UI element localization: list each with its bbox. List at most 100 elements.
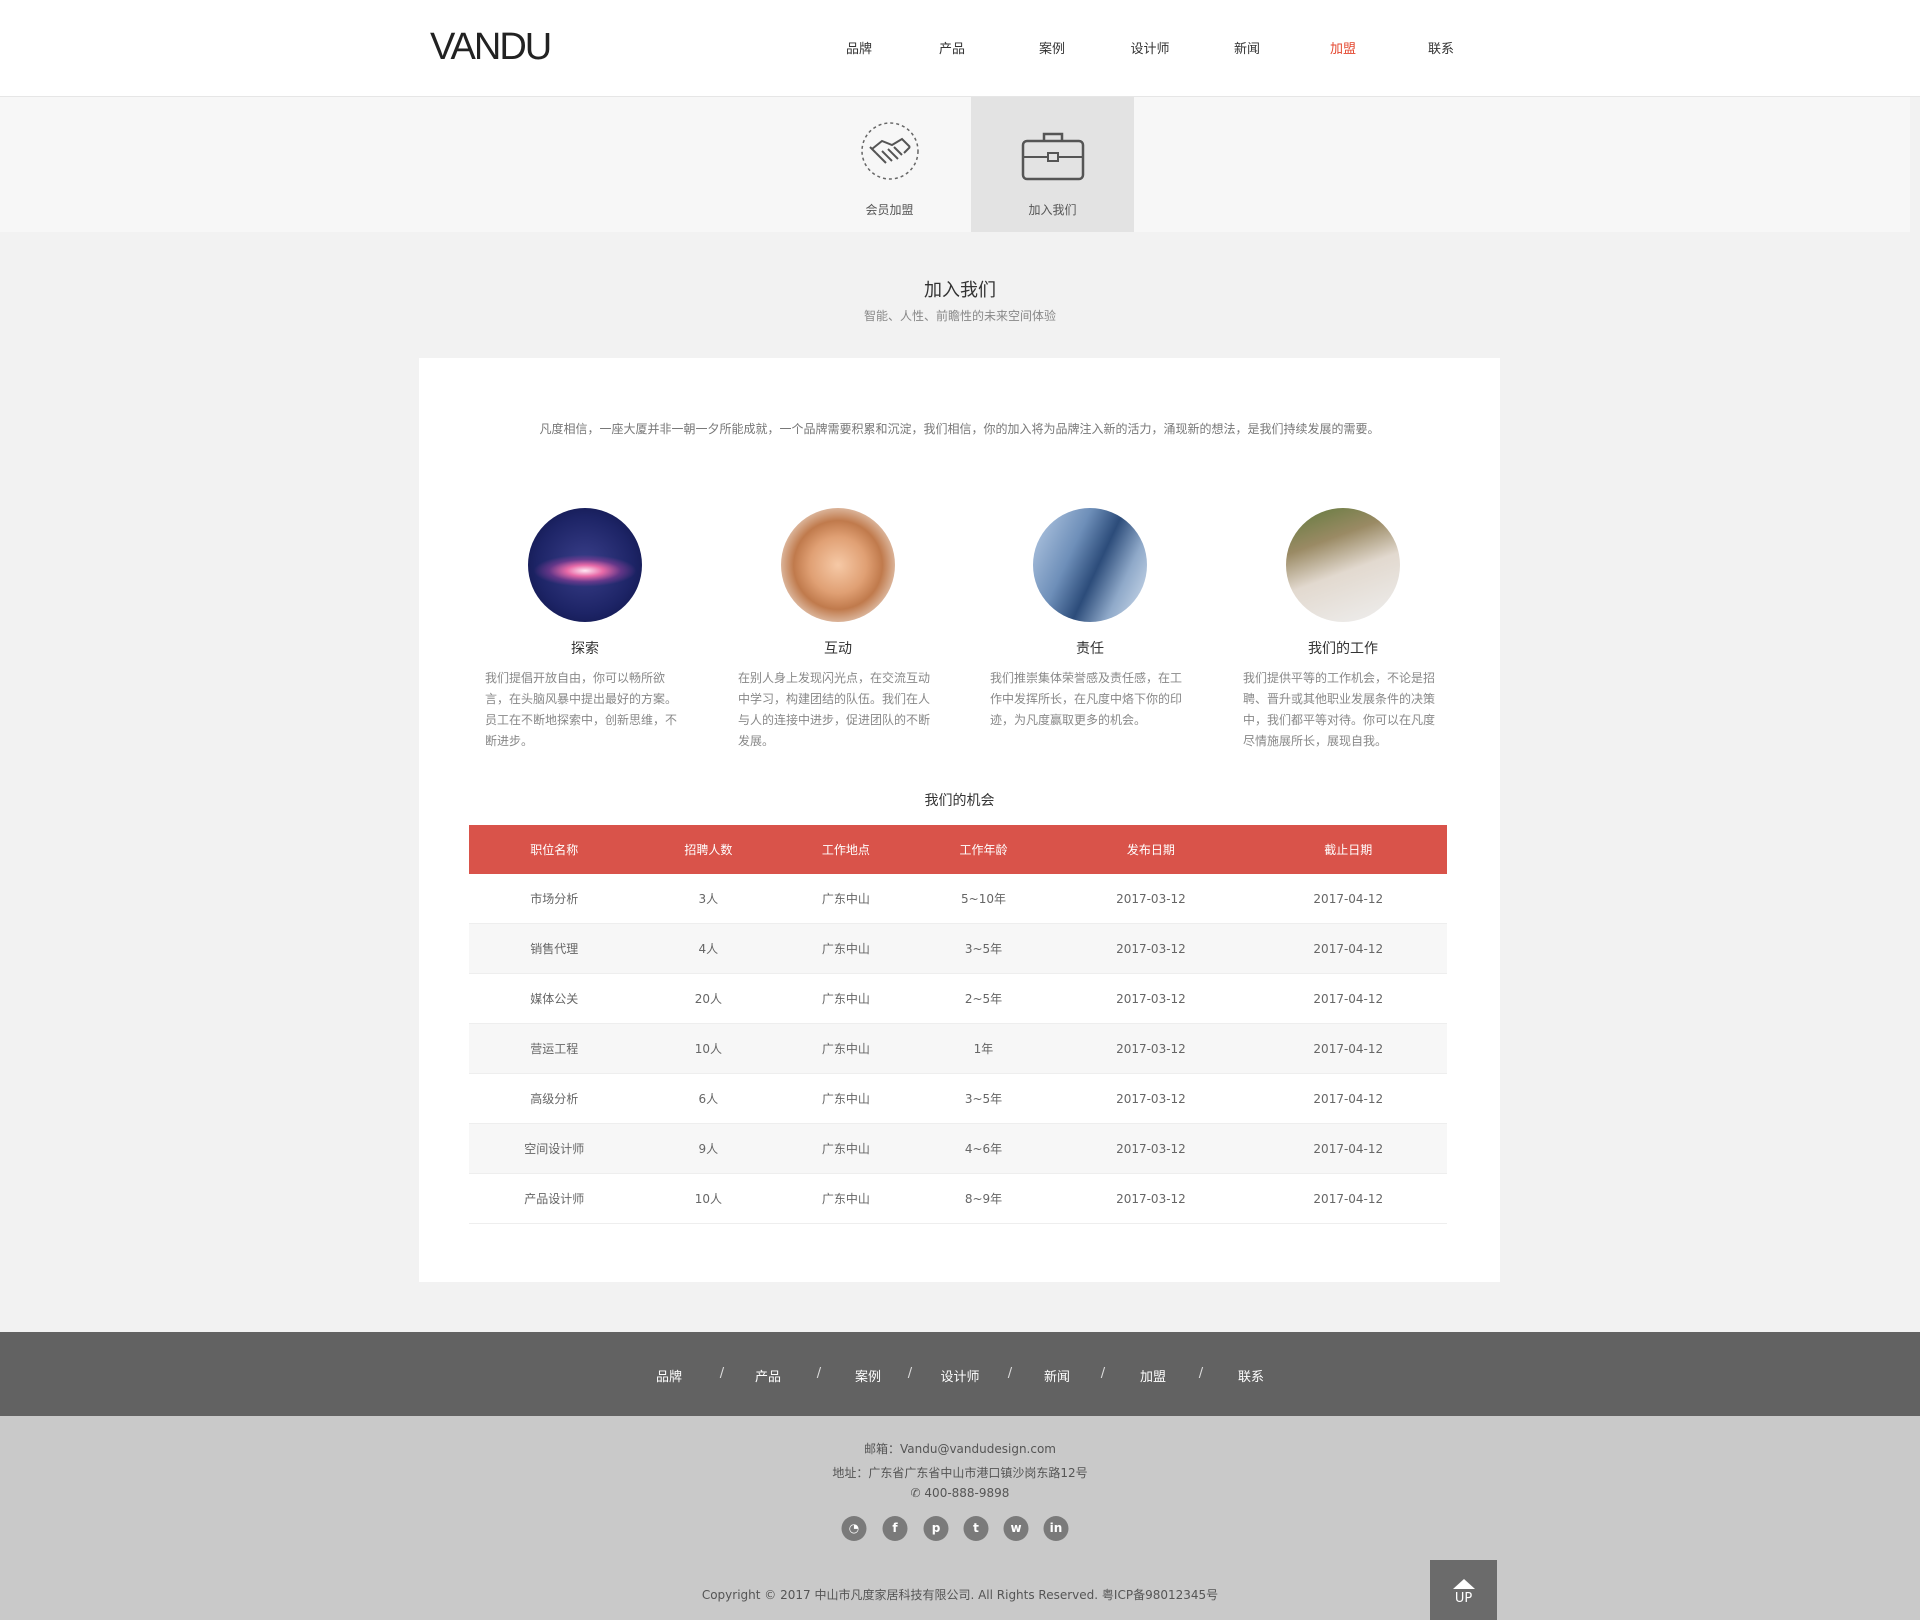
table-cell: 2~5年 [914, 973, 1053, 1024]
column-header: 职位名称 [469, 825, 640, 874]
intro-text: 凡度相信，一座大厦并非一朝一夕所能成就，一个品牌需要积累和沉淀，我们相信，你的加… [539, 422, 1380, 436]
feature-desc: 我们提倡开放自由，你可以畅所欲言，在头脑风暴中提出最好的方案。员工在不断地探索中… [485, 671, 678, 748]
nav-item-brand[interactable]: 品牌 [846, 38, 872, 57]
column-header: 招聘人数 [639, 825, 778, 874]
nav-item-designers[interactable]: 设计师 [1130, 38, 1169, 57]
footer-phone-row: ✆ 400-888-9898 [0, 1486, 1920, 1500]
table-cell: 3~5年 [914, 923, 1053, 974]
table-cell: 2017-03-12 [1052, 973, 1250, 1024]
up-label: UP [1454, 1591, 1473, 1606]
footer-separator: / [1007, 1366, 1013, 1381]
feature-desc: 在别人身上发现闪光点，在交流互动中学习，构建团结的队伍。我们在人与人的连接中进步… [738, 671, 931, 748]
footer-nav-news[interactable]: 新闻 [1044, 1366, 1070, 1385]
column-header: 发布日期 [1052, 825, 1250, 874]
phone-icon: ✆ [910, 1486, 925, 1500]
table-cell: 2017-03-12 [1052, 1173, 1250, 1224]
pinterest-icon[interactable]: p [923, 1516, 949, 1541]
table-cell: 销售代理 [469, 923, 640, 974]
table-cell: 广东中山 [777, 1023, 915, 1074]
page-title: 加入我们 [924, 280, 996, 301]
table-row: 营运工程 10人 广东中山 1年 2017-03-12 2017-04-12 [469, 1023, 1447, 1074]
table-cell: 市场分析 [469, 874, 640, 924]
table-cell: 2017-04-12 [1249, 923, 1447, 974]
tab-label: 加入我们 [1028, 203, 1077, 217]
main-nav: 品牌 产品 案例 设计师 新闻 加盟 联系 [0, 38, 1920, 58]
handshake-icon [860, 122, 919, 180]
sketching-hand-image [1286, 508, 1400, 622]
nav-item-news[interactable]: 新闻 [1234, 38, 1260, 57]
footer-separator: / [1198, 1366, 1204, 1381]
feature-interaction: 互动 在别人身上发现闪光点，在交流互动中学习，构建团结的队伍。我们在人与人的连接… [728, 508, 948, 752]
footer-phone: 400-888-9898 [924, 1486, 1010, 1500]
jobs-table: 职位名称 招聘人数 工作地点 工作年龄 发布日期 截止日期 市场分析 3人 广东… [469, 825, 1447, 1224]
table-row: 空间设计师 9人 广东中山 4~6年 2017-03-12 2017-04-12 [469, 1123, 1447, 1174]
footer-nav-products[interactable]: 产品 [755, 1366, 781, 1385]
footer-separator: / [719, 1366, 725, 1381]
footer-nav-brand[interactable]: 品牌 [656, 1366, 682, 1385]
feature-title: 互动 [824, 641, 852, 657]
opportunities-title: 我们的机会 [924, 793, 995, 809]
table-row: 高级分析 6人 广东中山 3~5年 2017-03-12 2017-04-12 [469, 1073, 1447, 1124]
table-cell: 6人 [639, 1073, 778, 1124]
table-cell: 2017-03-12 [1052, 1073, 1250, 1124]
table-cell: 4人 [639, 923, 778, 974]
feature-title: 我们的工作 [1308, 641, 1378, 657]
table-cell: 9人 [639, 1123, 778, 1174]
sub-nav: 会员加盟 加入我们 [0, 97, 1910, 232]
weibo-icon[interactable]: w [1003, 1516, 1029, 1541]
table-cell: 2017-04-12 [1249, 1123, 1447, 1174]
wechat-icon[interactable]: ◔ [841, 1516, 867, 1541]
table-row: 媒体公关 20人 广东中山 2~5年 2017-03-12 2017-04-12 [469, 973, 1447, 1024]
table-cell: 广东中山 [777, 1123, 915, 1174]
feature-our-work: 我们的工作 我们提供平等的工作机会，不论是招聘、晋升或其他职业发展条件的决策中，… [1233, 508, 1453, 752]
table-header-row: 职位名称 招聘人数 工作地点 工作年龄 发布日期 截止日期 [469, 825, 1447, 874]
nav-item-products[interactable]: 产品 [939, 38, 965, 57]
tab-join-us[interactable]: 加入我们 [971, 97, 1134, 232]
footer-nav-contact[interactable]: 联系 [1238, 1366, 1264, 1385]
table-cell: 2017-03-12 [1052, 874, 1250, 924]
table-cell: 2017-04-12 [1249, 973, 1447, 1024]
footer-nav: 品牌 / 产品 / 案例 / 设计师 / 新闻 / 加盟 / 联系 [0, 1332, 1920, 1416]
table-cell: 广东中山 [777, 874, 915, 924]
footer-address: 地址：广东省广东省中山市港口镇沙岗东路12号 [832, 1466, 1088, 1480]
table-cell: 10人 [639, 1023, 778, 1074]
table-cell: 高级分析 [469, 1073, 640, 1124]
feature-desc: 我们推崇集体荣誉感及责任感，在工作中发挥所长，在凡度中烙下你的印迹，为凡度赢取更… [990, 671, 1183, 727]
table-cell: 1年 [914, 1023, 1053, 1074]
table-cell: 产品设计师 [469, 1173, 640, 1224]
page-subtitle: 智能、人性、前瞻性的未来空间体验 [863, 309, 1056, 323]
site-header: VANDU 品牌 产品 案例 设计师 新闻 加盟 联系 [0, 0, 1920, 97]
footer-separator: / [1100, 1366, 1106, 1381]
back-to-top-button[interactable]: UP [1430, 1560, 1497, 1620]
table-cell: 2017-03-12 [1052, 1123, 1250, 1174]
table-row: 产品设计师 10人 广东中山 8~9年 2017-03-12 2017-04-1… [469, 1173, 1447, 1224]
footer-nav-designers[interactable]: 设计师 [940, 1366, 979, 1385]
table-cell: 2017-04-12 [1249, 874, 1447, 924]
footer-nav-join[interactable]: 加盟 [1140, 1366, 1166, 1385]
twitter-icon[interactable]: t [963, 1516, 989, 1541]
footer-nav-cases[interactable]: 案例 [855, 1366, 881, 1385]
linkedin-icon[interactable]: in [1043, 1516, 1069, 1541]
facebook-icon[interactable]: f [882, 1516, 908, 1541]
table-cell: 20人 [639, 973, 778, 1024]
footer-separator: / [907, 1366, 913, 1381]
galaxy-image [528, 508, 642, 622]
tab-member-franchise[interactable]: 会员加盟 [808, 97, 971, 232]
table-cell: 4~6年 [914, 1123, 1053, 1174]
column-header: 工作地点 [777, 825, 915, 874]
feature-title: 探索 [571, 641, 599, 657]
table-cell: 2017-04-12 [1249, 1173, 1447, 1224]
table-cell: 空间设计师 [469, 1123, 640, 1174]
table-cell: 营运工程 [469, 1023, 640, 1074]
nav-item-join[interactable]: 加盟 [1330, 38, 1356, 57]
table-cell: 2017-04-12 [1249, 1073, 1447, 1124]
nav-item-contact[interactable]: 联系 [1428, 38, 1454, 57]
nav-item-cases[interactable]: 案例 [1039, 38, 1065, 57]
arrow-up-icon [1452, 1579, 1475, 1589]
table-cell: 2017-03-12 [1052, 1023, 1250, 1074]
table-cell: 2017-04-12 [1249, 1023, 1447, 1074]
table-cell: 5~10年 [914, 874, 1053, 924]
feature-explore: 探索 我们提倡开放自由，你可以畅所欲言，在头脑风暴中提出最好的方案。员工在不断地… [475, 508, 695, 752]
social-links: ◔ f p t w in [0, 1516, 1920, 1542]
table-cell: 3人 [639, 874, 778, 924]
